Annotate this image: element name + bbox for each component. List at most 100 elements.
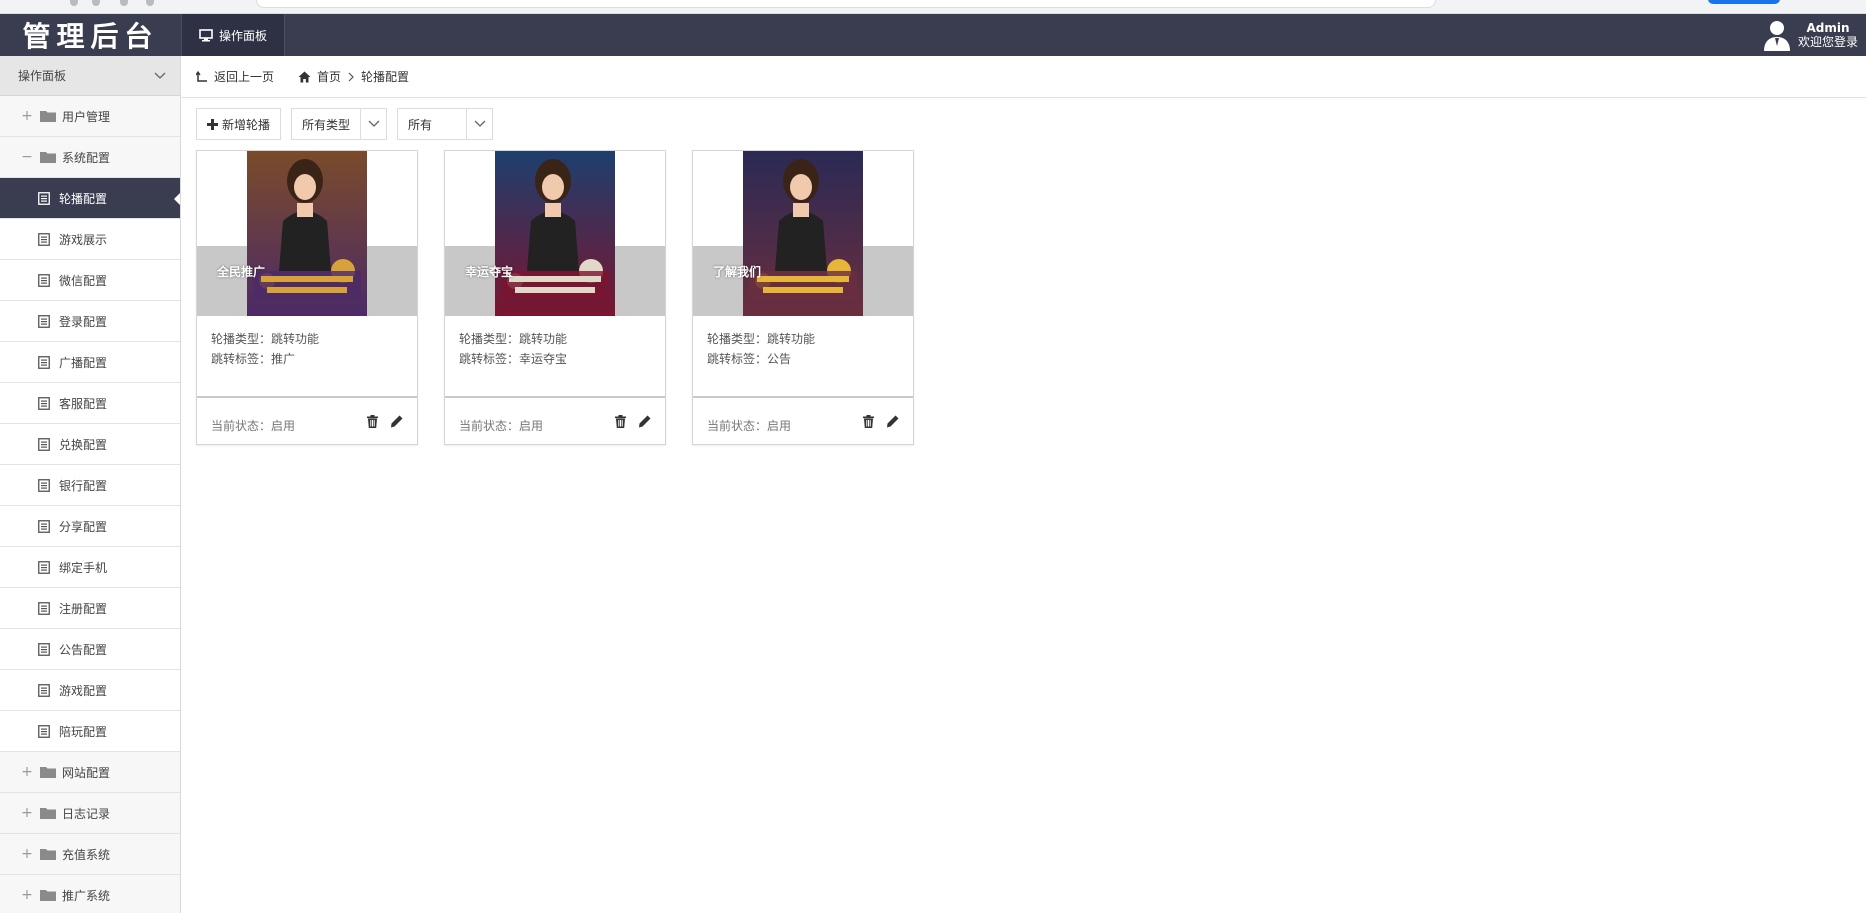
sidebar-item[interactable]: 兑换配置: [0, 424, 180, 465]
sidebar-item-label: 登录配置: [59, 314, 108, 329]
sidebar-item[interactable]: 公告配置: [0, 629, 180, 670]
sidebar-header-label: 操作面板: [18, 69, 67, 83]
sidebar-item[interactable]: + 推广系统: [0, 875, 180, 913]
forward-nav-icon[interactable]: [92, 0, 100, 6]
delete-button[interactable]: [861, 414, 875, 428]
sidebar-item-label: 银行配置: [59, 478, 108, 493]
banner-card-list: 全民推广 轮播类型：跳转功能 跳转标签：推广 当前状态：启用 幸运夺宝轮播类型：跳转功能…: [196, 150, 914, 445]
back-link[interactable]: 返回上一页: [214, 68, 274, 85]
delete-button[interactable]: [365, 414, 379, 428]
document-icon: [38, 355, 50, 369]
sidebar-item[interactable]: 微信配置: [0, 260, 180, 301]
banner-tag-text: 跳转标签：幸运夺宝: [459, 352, 568, 366]
app-logo: 管理后台: [0, 14, 181, 56]
sidebar-item-label: 用户管理: [62, 109, 111, 124]
sidebar-item[interactable]: 绑定手机: [0, 547, 180, 588]
trash-icon: [614, 414, 626, 428]
folder-icon: [40, 808, 56, 819]
browser-extension-button[interactable]: [1708, 0, 1780, 4]
user-info[interactable]: Admin 欢迎您登录: [1762, 14, 1858, 56]
banner-card: 了解我们 轮播类型：跳转功能 跳转标签：公告 当前状态：启用: [692, 150, 914, 445]
sidebar-item[interactable]: 银行配置: [0, 465, 180, 506]
folder-icon: [40, 767, 56, 778]
sidebar-item[interactable]: + 网站配置: [0, 752, 180, 793]
folder-icon: [40, 849, 56, 860]
sidebar-item[interactable]: 广播配置: [0, 342, 180, 383]
sidebar-item[interactable]: 游戏展示: [0, 219, 180, 260]
sidebar-item[interactable]: 分享配置: [0, 506, 180, 547]
user-name: Admin: [1806, 21, 1850, 35]
sidebar-header[interactable]: 操作面板: [0, 56, 180, 96]
card-actions: [365, 414, 403, 428]
document-icon: [38, 478, 50, 492]
add-banner-label: 新增轮播: [222, 117, 271, 132]
sidebar-item[interactable]: 注册配置: [0, 588, 180, 629]
add-banner-button[interactable]: 新增轮播: [196, 108, 282, 140]
logo-text: 管理后台: [22, 20, 159, 53]
user-welcome: 欢迎您登录: [1797, 35, 1858, 49]
banner-caption: 了解我们: [713, 265, 762, 279]
sidebar-item[interactable]: + 用户管理: [0, 96, 180, 137]
sidebar-item[interactable]: − 系统配置: [0, 137, 180, 178]
status-filter-select[interactable]: 所有: [397, 108, 494, 140]
type-filter-select[interactable]: 所有类型: [291, 108, 388, 140]
banner-info: 轮播类型：跳转功能 跳转标签：幸运夺宝: [459, 329, 567, 369]
sidebar: 操作面板 + 用户管理 − 系统配置轮播配置 游戏展示 微信配置登录配置广播配置客服配置兑…: [0, 56, 181, 913]
sidebar-item-label: 公告配置: [59, 642, 108, 657]
banner-poster-image[interactable]: [495, 151, 615, 316]
back-nav-icon[interactable]: [70, 0, 78, 6]
banner-type-text: 轮播类型：跳转功能: [707, 332, 816, 346]
home-nav-icon[interactable]: [146, 0, 154, 6]
sidebar-item-label: 系统配置: [62, 150, 111, 165]
folder-icon: [40, 111, 56, 122]
browser-chrome-strip: [0, 0, 1866, 14]
sidebar-item-label: 兑换配置: [59, 437, 108, 452]
reload-icon[interactable]: [120, 0, 128, 6]
document-icon: [38, 683, 50, 697]
sidebar-item[interactable]: 游戏配置: [0, 670, 180, 711]
card-actions: [613, 414, 651, 428]
card-divider: [197, 396, 417, 398]
type-filter-value: 所有类型: [302, 117, 351, 132]
document-icon: [38, 232, 50, 246]
sidebar-item-label: 网站配置: [62, 765, 111, 780]
breadcrumb-home[interactable]: 首页: [317, 68, 341, 85]
trash-icon: [366, 414, 378, 428]
sidebar-item[interactable]: 轮播配置: [0, 178, 180, 219]
card-divider: [445, 396, 665, 398]
sidebar-item-label: 分享配置: [59, 519, 108, 534]
banner-status-text: 当前状态：启用: [707, 419, 792, 433]
card-actions: [861, 414, 899, 428]
document-icon: [38, 601, 50, 615]
sidebar-item-label: 广播配置: [59, 355, 108, 370]
address-bar[interactable]: [256, 0, 1436, 8]
banner-card: 全民推广 轮播类型：跳转功能 跳转标签：推广 当前状态：启用: [196, 150, 418, 445]
banner-image-area: 幸运夺宝: [445, 151, 665, 316]
edit-button[interactable]: [885, 414, 899, 428]
top-tab-dashboard[interactable]: 操作面板: [181, 14, 285, 56]
sidebar-item[interactable]: + 充值系统: [0, 834, 180, 875]
sidebar-item[interactable]: + 日志记录: [0, 793, 180, 834]
banner-poster-image[interactable]: [247, 151, 367, 316]
document-icon: [38, 437, 50, 451]
sidebar-item-label: 推广系统: [62, 888, 111, 903]
chevron-down-icon: [466, 109, 492, 139]
document-icon: [38, 314, 50, 328]
banner-tag-text: 跳转标签：公告: [707, 352, 792, 366]
sidebar-item-label: 日志记录: [62, 806, 111, 821]
banner-image-area: 了解我们: [693, 151, 913, 316]
sidebar-item[interactable]: 登录配置: [0, 301, 180, 342]
chevron-down-icon: [154, 72, 166, 79]
delete-button[interactable]: [613, 414, 627, 428]
folder-icon: [40, 152, 56, 163]
sidebar-item[interactable]: 陪玩配置: [0, 711, 180, 752]
expand-toggle-icon: −: [21, 149, 33, 165]
sidebar-item[interactable]: 客服配置: [0, 383, 180, 424]
chevron-down-icon: [360, 109, 386, 139]
banner-poster-image[interactable]: [743, 151, 863, 316]
edit-button[interactable]: [389, 414, 403, 428]
banner-info: 轮播类型：跳转功能 跳转标签：公告: [707, 329, 815, 369]
folder-icon: [40, 890, 56, 901]
edit-button[interactable]: [637, 414, 651, 428]
status-filter-value: 所有: [408, 117, 433, 132]
